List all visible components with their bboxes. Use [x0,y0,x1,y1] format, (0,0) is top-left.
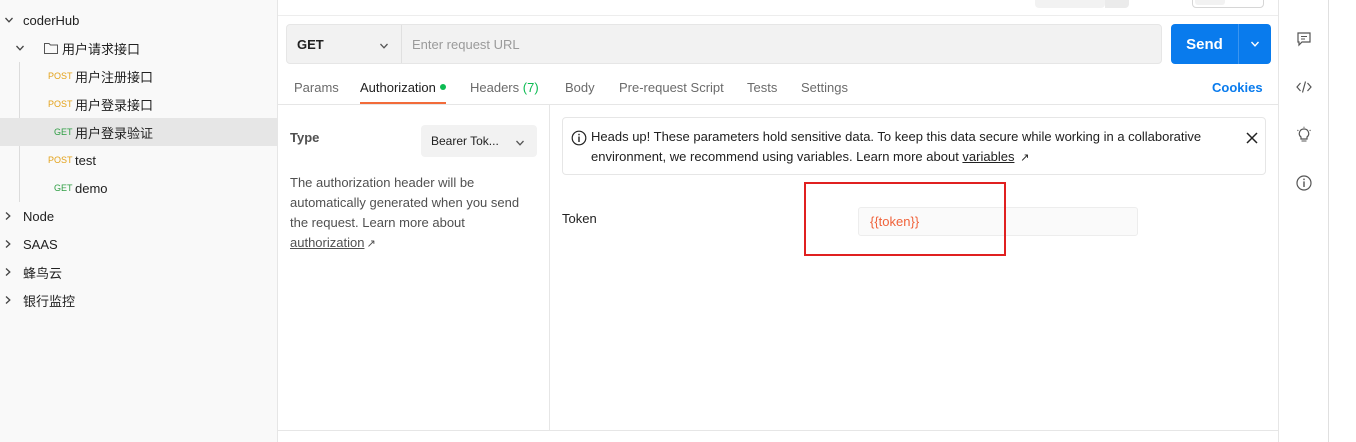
request-item-selected[interactable]: GET 用户登录验证 [0,118,278,146]
auth-type-select[interactable]: Bearer Tok... [421,125,537,157]
tab-body[interactable]: Body [565,80,595,95]
close-icon[interactable] [1245,131,1259,148]
chevron-down-icon [379,39,389,54]
folder-label: 用户请求接口 [62,41,141,57]
url-input[interactable] [402,25,1161,63]
tab-tests[interactable]: Tests [747,80,777,95]
collection-label: SAAS [23,236,58,252]
top-toolbar [278,0,1278,16]
request-label: demo [75,180,108,196]
variables-link[interactable]: variables [962,149,1014,164]
auth-config-panel: Heads up! These parameters hold sensitiv… [550,105,1278,430]
send-label: Send [1186,35,1223,53]
chevron-down-icon [515,137,525,151]
window-margin [1329,0,1356,442]
auth-type-panel: Type Bearer Tok... The authorization hea… [278,105,550,430]
cookies-link[interactable]: Cookies [1212,80,1263,95]
auth-description: The authorization header will be automat… [290,173,530,254]
method-badge: POST [48,155,73,165]
external-link-icon: ↗ [366,238,376,250]
active-tab-indicator [360,102,446,104]
collection-label: Node [23,208,55,224]
environment-dropdown[interactable] [1105,0,1129,8]
collection-label: coderHub [23,12,80,28]
url-bar: GET [286,24,1162,64]
collection-saas[interactable]: SAAS [0,230,278,258]
notice-body: Heads up! These parameters hold sensitiv… [591,129,1202,164]
collection-bank-monitor[interactable]: 银行监控 [0,286,278,314]
toggle-knob [1195,0,1225,5]
auth-description-text: The authorization header will be automat… [290,175,520,230]
view-toggle[interactable] [1192,0,1264,8]
collection-node[interactable]: Node [0,202,278,230]
folder-icon [44,42,58,54]
tab-authorization-label: Authorization [360,80,436,95]
request-item[interactable]: POST 用户注册接口 [0,62,278,90]
tab-headers[interactable]: Headers (7) [470,80,539,95]
comment-icon[interactable] [1295,30,1313,48]
request-tabs: Params Authorization Headers (7) Body Pr… [278,72,1278,105]
tab-headers-label: Headers [470,80,520,95]
request-item[interactable]: POST 用户登录接口 [0,90,278,118]
method-badge: GET [54,183,73,193]
headers-count: (7) [522,80,539,95]
tab-settings[interactable]: Settings [801,80,848,95]
tab-prerequest-script[interactable]: Pre-request Script [619,80,724,95]
auth-type-value: Bearer Tok... [431,134,499,148]
info-icon [571,130,587,149]
active-dot-icon [439,84,446,90]
context-rail [1278,0,1328,442]
response-pane-edge [278,430,1278,442]
request-label: 用户登录接口 [75,97,154,113]
tab-authorization[interactable]: Authorization [360,80,446,95]
environment-selector[interactable] [1035,0,1105,8]
send-button[interactable]: Send [1171,24,1271,64]
info-icon[interactable] [1295,174,1313,192]
chevron-right-icon[interactable] [3,295,13,305]
chevron-down-icon[interactable] [4,15,14,25]
collection-label: 银行监控 [23,293,76,309]
chevron-right-icon[interactable] [3,267,13,277]
folder-user-requests[interactable]: 用户请求接口 [0,34,278,62]
method-badge: POST [48,99,73,109]
lightbulb-icon[interactable] [1295,126,1313,144]
chevron-down-icon[interactable] [15,43,25,53]
highlight-annotation-box [804,182,1006,256]
request-label: test [75,152,96,168]
method-select[interactable]: GET [287,25,402,63]
request-item[interactable]: GET demo [0,174,278,202]
collection-fengniaoyun[interactable]: 蜂鸟云 [0,258,278,286]
authorization-link[interactable]: authorization [290,235,364,250]
collection-label: 蜂鸟云 [23,265,63,281]
postman-app: coderHub 用户请求接口 POST 用户注册接口 POST 用户登录接口 … [0,0,1356,442]
tab-params[interactable]: Params [294,80,339,95]
sensitive-data-notice: Heads up! These parameters hold sensitiv… [562,117,1266,175]
chevron-down-icon[interactable] [1239,24,1271,64]
method-value: GET [297,36,324,52]
request-label: 用户登录验证 [75,125,154,141]
collection-coderhub[interactable]: coderHub [0,6,278,34]
chevron-right-icon[interactable] [3,211,13,221]
method-badge: GET [54,127,73,137]
chevron-right-icon[interactable] [3,239,13,249]
request-label: 用户注册接口 [75,69,154,85]
token-label: Token [562,211,597,226]
notice-text: Heads up! These parameters hold sensitiv… [591,127,1231,168]
type-label: Type [290,130,320,145]
external-link-icon: ↗ [1020,152,1030,164]
method-badge: POST [48,71,73,81]
request-editor: GET Send Params Authorization Headers (7… [278,0,1278,442]
code-icon[interactable] [1295,78,1313,96]
collections-sidebar: coderHub 用户请求接口 POST 用户注册接口 POST 用户登录接口 … [0,0,278,442]
request-item[interactable]: POST test [0,146,278,174]
